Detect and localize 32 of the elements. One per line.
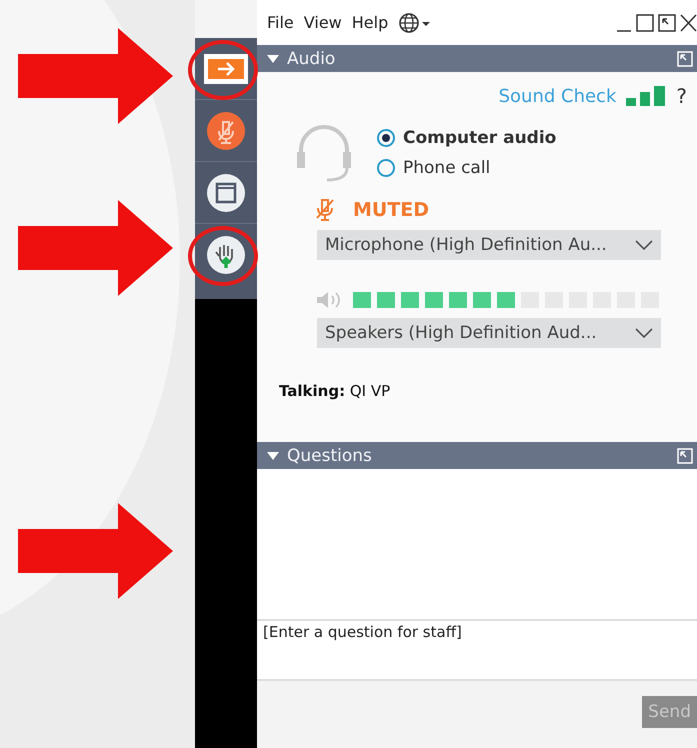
speaker-icon xyxy=(315,290,343,310)
option-label: Phone call xyxy=(403,158,490,178)
popout-icon[interactable] xyxy=(657,12,677,34)
maximize-icon[interactable] xyxy=(635,12,655,34)
audio-option[interactable]: Phone call xyxy=(377,158,556,178)
help-button[interactable]: ? xyxy=(676,84,687,108)
headset-icon xyxy=(295,122,353,184)
muted-status: MUTED xyxy=(353,199,430,221)
panel-header[interactable]: Questions xyxy=(257,442,697,469)
menu-item[interactable]: Help xyxy=(352,13,388,32)
radio-button[interactable] xyxy=(377,129,395,147)
close-icon[interactable] xyxy=(679,12,697,34)
panel-header[interactable]: Audio xyxy=(257,45,697,72)
chevron-down-icon xyxy=(635,240,653,250)
muted-mic-icon xyxy=(315,198,335,222)
globe-icon[interactable] xyxy=(398,12,432,34)
menu-item[interactable]: File xyxy=(267,13,294,32)
signal-bars-icon xyxy=(626,86,666,106)
microphone-dropdown[interactable]: Microphone (High Definition Au... xyxy=(317,230,661,260)
menu-item[interactable]: View xyxy=(304,13,342,32)
collapse-triangle-icon xyxy=(267,54,279,62)
raise-hand-icon xyxy=(207,236,245,274)
panel-title: Questions xyxy=(287,446,372,466)
chevron-down-icon xyxy=(635,328,653,338)
collapse-triangle-icon xyxy=(267,452,279,460)
window-icon xyxy=(207,174,245,212)
radio-button[interactable] xyxy=(377,159,395,177)
speakers-dropdown[interactable]: Speakers (High Definition Aud... xyxy=(317,318,661,348)
muted-mic-icon xyxy=(207,112,245,150)
panel-title: Audio xyxy=(287,48,336,68)
question-field[interactable]: [Enter a question for staff] xyxy=(257,619,697,681)
talking-status: Talking: QI VP xyxy=(278,381,392,400)
